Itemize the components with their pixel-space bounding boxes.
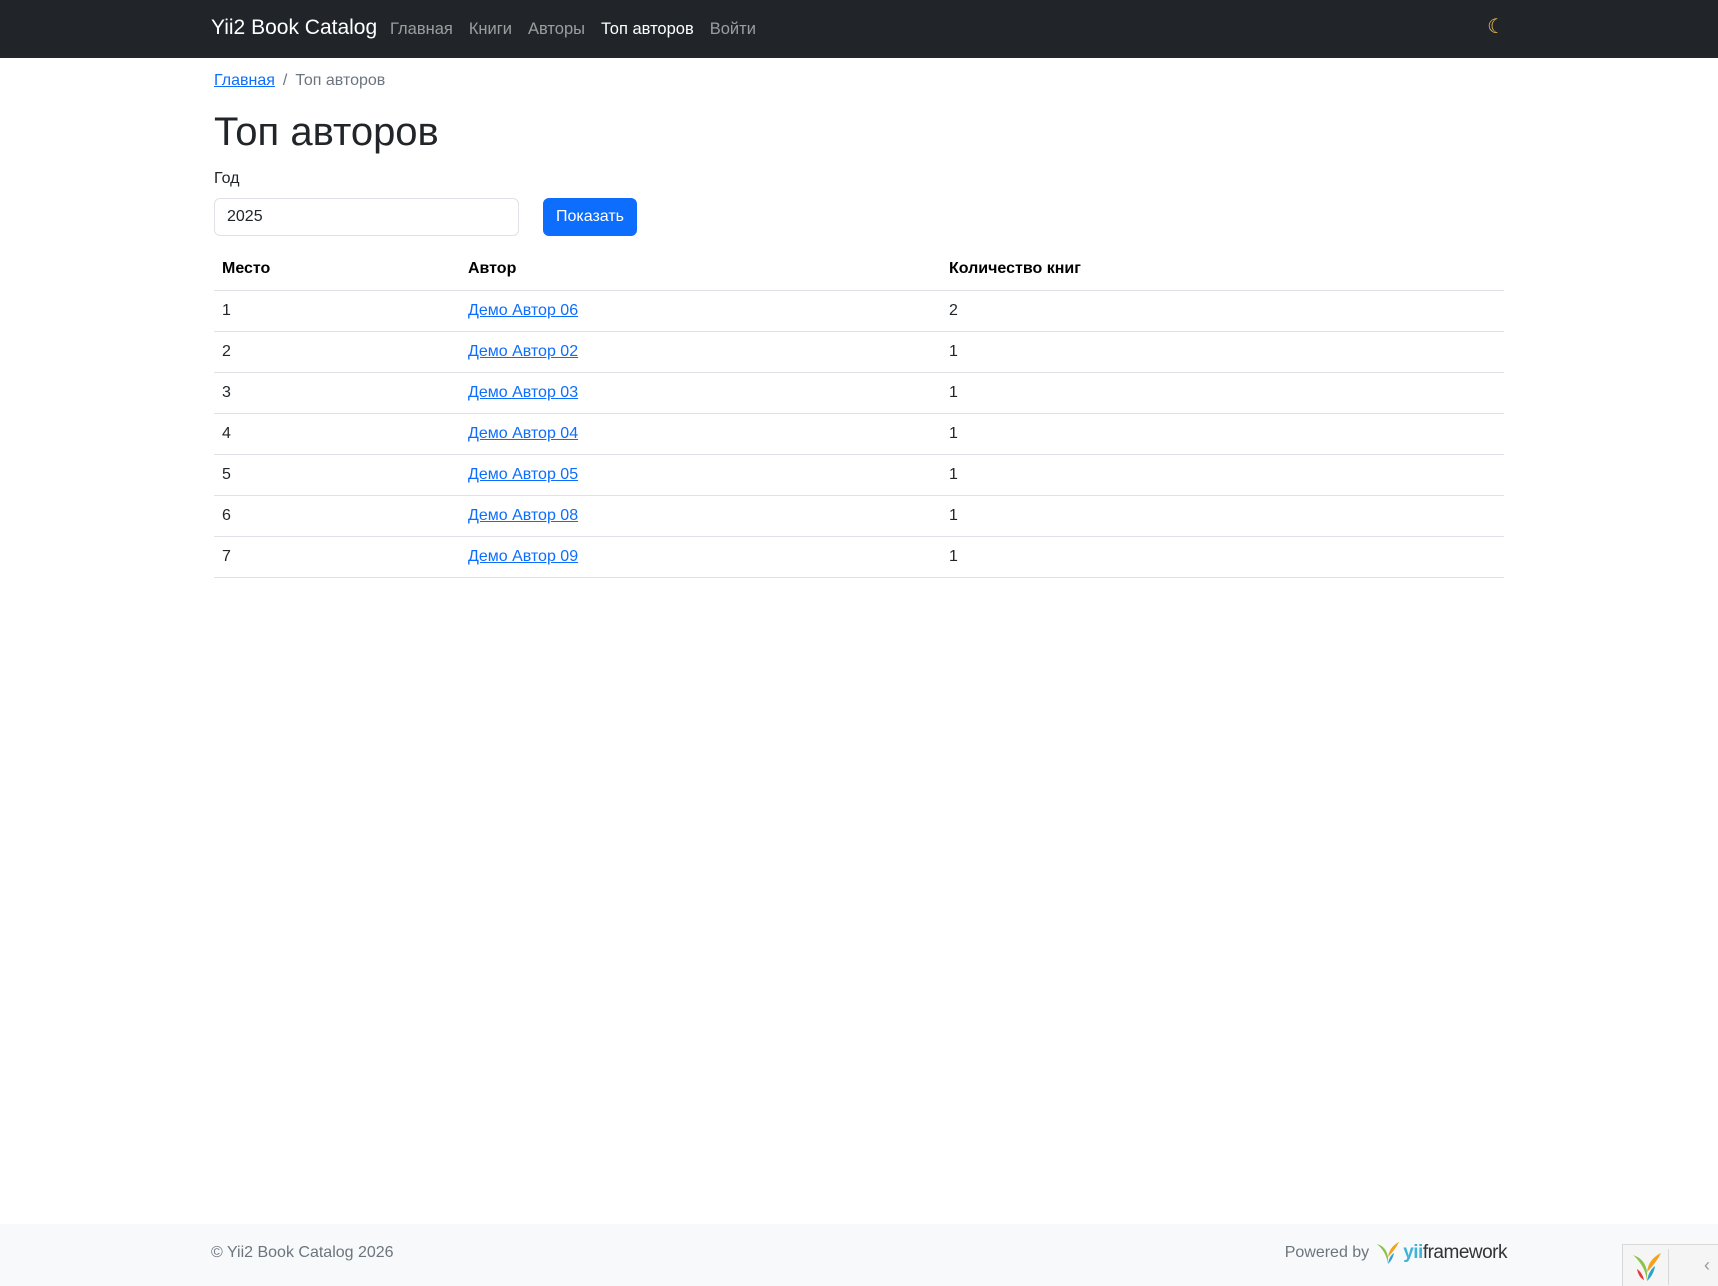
author-cell: Демо Автор 04 <box>460 413 941 455</box>
author-link[interactable]: Демо Автор 06 <box>468 302 578 319</box>
book-count-cell: 1 <box>941 372 1504 414</box>
yii-debug-logo-icon[interactable] <box>1629 1249 1669 1285</box>
author-cell: Демо Автор 06 <box>460 290 941 332</box>
table-row: 7 Демо Автор 09 1 <box>214 536 1504 578</box>
author-cell: Демо Автор 09 <box>460 536 941 578</box>
debug-toolbar: ‹ <box>1622 1244 1718 1286</box>
top-authors-table: Место Автор Количество книг 1 Демо Автор… <box>214 249 1504 578</box>
book-count-cell: 2 <box>941 290 1504 332</box>
author-cell: Демо Автор 08 <box>460 495 941 537</box>
breadcrumb-current: Топ авторов <box>295 72 386 89</box>
nav-link-authors[interactable]: Авторы <box>528 20 585 39</box>
nav-link-books[interactable]: Книги <box>469 20 512 39</box>
show-button[interactable]: Показать <box>543 198 638 236</box>
author-link[interactable]: Демо Автор 03 <box>468 384 578 401</box>
rank-cell: 1 <box>214 290 460 332</box>
author-cell: Демо Автор 02 <box>460 331 941 373</box>
table-header-row: Место Автор Количество книг <box>214 249 1504 291</box>
breadcrumb: Главная / Топ авторов <box>214 72 385 90</box>
column-header-author: Автор <box>460 249 941 291</box>
yii-leaf-icon <box>1377 1242 1400 1264</box>
navbar: Yii2 Book Catalog Главная Книги Авторы Т… <box>0 0 1718 58</box>
book-count-cell: 1 <box>941 413 1504 455</box>
author-cell: Демо Автор 03 <box>460 372 941 414</box>
rank-cell: 4 <box>214 413 460 455</box>
rank-cell: 5 <box>214 454 460 496</box>
nav-link-top-authors[interactable]: Топ авторов <box>601 20 694 39</box>
table-row: 5 Демо Автор 05 1 <box>214 454 1504 496</box>
table-row: 1 Демо Автор 06 2 <box>214 290 1504 332</box>
book-count-cell: 1 <box>941 536 1504 578</box>
table-row: 6 Демо Автор 08 1 <box>214 495 1504 537</box>
navbar-inner: Yii2 Book Catalog Главная Книги Авторы Т… <box>211 0 1505 58</box>
table-row: 4 Демо Автор 04 1 <box>214 413 1504 455</box>
breadcrumb-home-link[interactable]: Главная <box>214 72 275 89</box>
rank-cell: 3 <box>214 372 460 414</box>
powered-by: Powered by yiiframework <box>1284 1240 1508 1266</box>
column-header-book-count: Количество книг <box>941 249 1504 291</box>
breadcrumb-separator: / <box>282 72 288 89</box>
author-link[interactable]: Демо Автор 02 <box>468 343 578 360</box>
copyright-text: © Yii2 Book Catalog 2026 <box>211 1244 394 1261</box>
rank-cell: 7 <box>214 536 460 578</box>
author-link[interactable]: Демо Автор 09 <box>468 548 578 565</box>
author-link[interactable]: Демо Автор 08 <box>468 507 578 524</box>
table-row: 2 Демо Автор 02 1 <box>214 331 1504 373</box>
nav-link-login[interactable]: Войти <box>710 20 756 39</box>
author-link[interactable]: Демо Автор 05 <box>468 466 578 483</box>
yii-framework-wordmark: yiiframework <box>1403 1242 1507 1263</box>
book-count-cell: 1 <box>941 495 1504 537</box>
yii-framework-logo-link[interactable]: yiiframework <box>1375 1240 1508 1266</box>
nav-links: Главная Книги Авторы Топ авторов Войти <box>390 20 756 39</box>
nav-link-home[interactable]: Главная <box>390 20 453 39</box>
year-label: Год <box>214 170 240 187</box>
moon-icon[interactable]: ☾ <box>1487 17 1505 37</box>
author-cell: Демо Автор 05 <box>460 454 941 496</box>
rank-cell: 6 <box>214 495 460 537</box>
author-link[interactable]: Демо Автор 04 <box>468 425 578 442</box>
book-count-cell: 1 <box>941 454 1504 496</box>
rank-cell: 2 <box>214 331 460 373</box>
brand-link[interactable]: Yii2 Book Catalog <box>211 16 377 40</box>
page-title: Топ авторов <box>214 110 439 154</box>
table-row: 3 Демо Автор 03 1 <box>214 372 1504 414</box>
powered-by-label: Powered by <box>1284 1244 1370 1261</box>
footer: © Yii2 Book Catalog 2026 Powered by yiif… <box>0 1224 1718 1286</box>
chevron-left-icon[interactable]: ‹ <box>1704 1255 1710 1276</box>
year-input[interactable] <box>214 198 519 236</box>
book-count-cell: 1 <box>941 331 1504 373</box>
column-header-rank: Место <box>214 249 460 291</box>
